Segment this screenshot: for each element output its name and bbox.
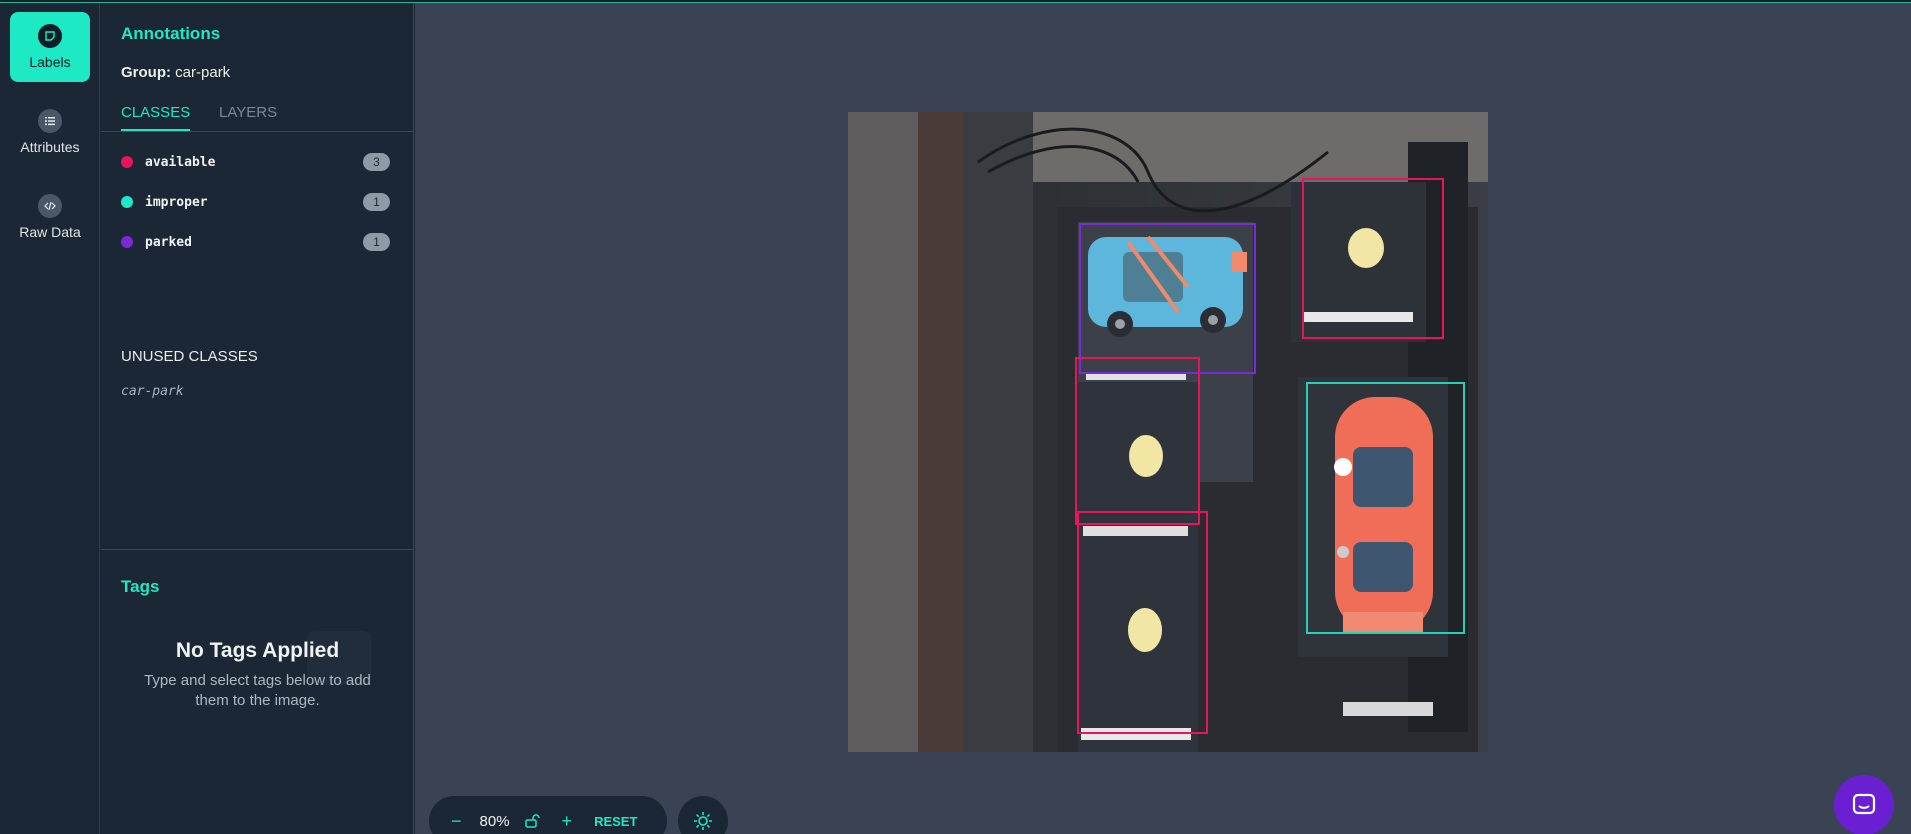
- rail-item-raw-data[interactable]: Raw Data: [10, 182, 90, 252]
- class-color-dot: [121, 196, 133, 208]
- chat-button[interactable]: [1834, 775, 1894, 834]
- rail-label: Labels: [29, 54, 71, 70]
- group-label: Group:: [121, 64, 171, 81]
- class-item-available[interactable]: available 3: [121, 150, 390, 174]
- tab-layers[interactable]: LAYERS: [219, 104, 277, 121]
- tab-classes[interactable]: CLASSES: [121, 104, 191, 131]
- tags-title: Tags: [121, 577, 160, 596]
- bbox-improper[interactable]: [1306, 382, 1465, 634]
- bbox-parked[interactable]: [1079, 223, 1256, 374]
- class-name: available: [145, 154, 216, 170]
- rail-label: Raw Data: [19, 224, 81, 240]
- zoom-toolbar: − 80% + RESET: [429, 796, 667, 834]
- rail-label: Attributes: [20, 139, 80, 155]
- class-name: parked: [145, 234, 192, 250]
- zoom-out-button[interactable]: −: [451, 811, 462, 832]
- group-value: car-park: [175, 64, 231, 81]
- zoom-in-button[interactable]: +: [562, 811, 573, 832]
- lock-icon[interactable]: [524, 813, 540, 829]
- zoom-value: 80%: [479, 812, 510, 830]
- bbox-available-3[interactable]: [1077, 511, 1208, 734]
- sun-icon: [694, 812, 712, 830]
- reset-button[interactable]: RESET: [594, 814, 637, 829]
- left-rail: Labels Attributes Raw Data: [0, 3, 100, 834]
- chat-icon: [1852, 793, 1876, 815]
- class-count-badge: 1: [363, 233, 390, 251]
- class-color-dot: [121, 236, 133, 248]
- rail-item-attributes[interactable]: Attributes: [10, 97, 90, 167]
- group-info: Group: car-park: [121, 64, 230, 81]
- bbox-available-2[interactable]: [1075, 357, 1200, 525]
- annotated-image[interactable]: [848, 112, 1488, 752]
- code-icon: [38, 194, 62, 218]
- class-color-dot: [121, 156, 133, 168]
- panel-divider: [101, 549, 414, 550]
- bbox-available-1[interactable]: [1302, 178, 1444, 339]
- list-icon: [38, 109, 62, 133]
- class-count-badge: 1: [363, 193, 390, 211]
- class-item-parked[interactable]: parked 1: [121, 230, 390, 254]
- unused-class-item[interactable]: car-park: [121, 384, 184, 399]
- panel-title: Annotations: [121, 24, 221, 43]
- label-icon: [38, 24, 62, 48]
- no-tags-message: No Tags Applied Type and select tags bel…: [101, 639, 414, 711]
- no-tags-title: No Tags Applied: [175, 639, 340, 662]
- annotations-panel: Annotations Group: car-park CLASSES LAYE…: [101, 3, 414, 834]
- rail-item-labels[interactable]: Labels: [10, 12, 90, 82]
- image-canvas[interactable]: [415, 3, 1911, 834]
- class-name: improper: [145, 194, 208, 210]
- class-item-improper[interactable]: improper 1: [121, 190, 390, 214]
- no-tags-hint: Type and select tags below to add them t…: [144, 672, 371, 709]
- class-count-badge: 3: [363, 153, 390, 171]
- unused-classes-title: UNUSED CLASSES: [121, 348, 258, 365]
- panel-tabs: CLASSES LAYERS: [101, 99, 414, 132]
